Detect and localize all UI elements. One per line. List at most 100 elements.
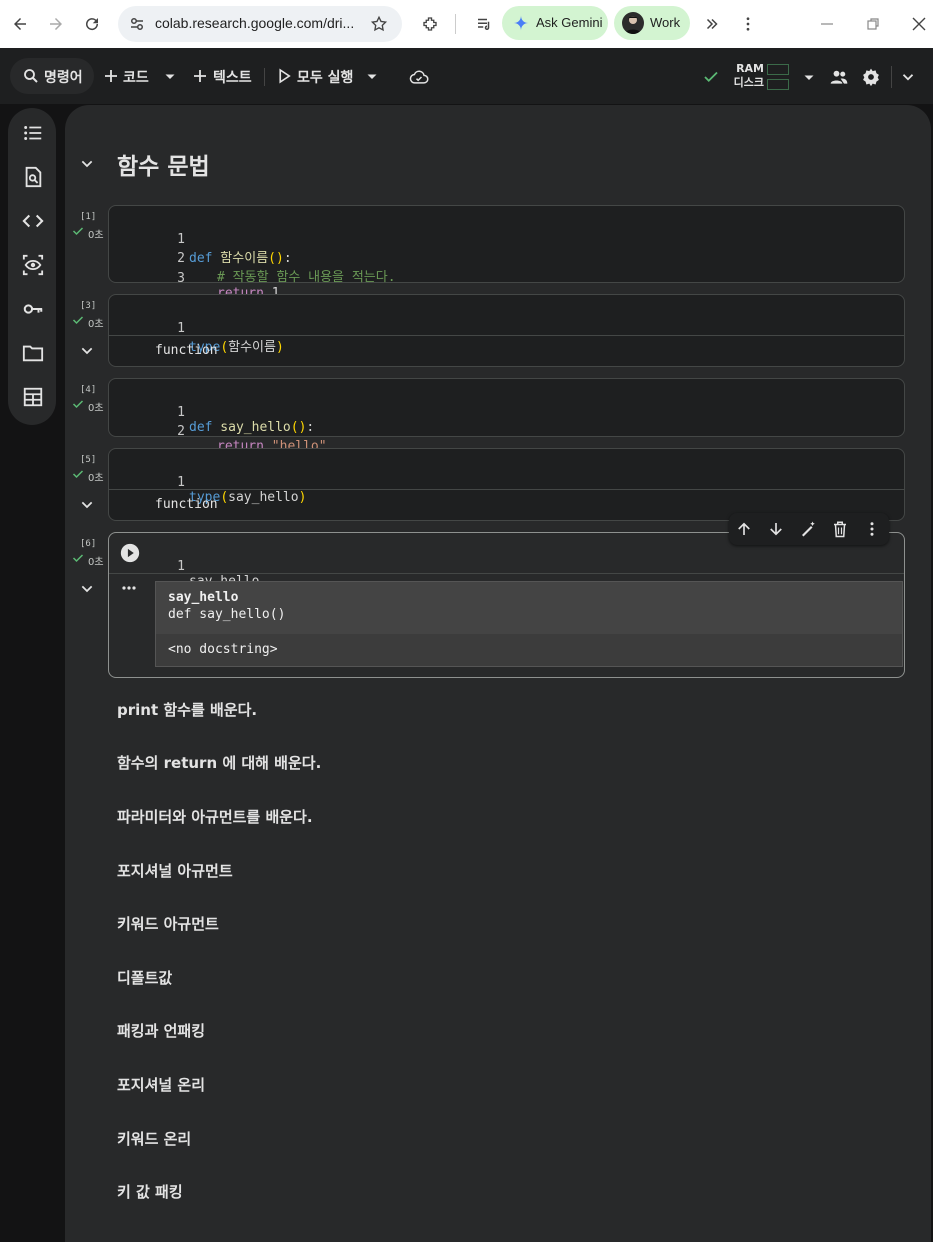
paren: ) [275, 340, 284, 355]
code-line[interactable]: 1 say_hello [109, 544, 259, 604]
output-actions-icon[interactable] [121, 583, 137, 593]
execution-count: [3] [80, 301, 97, 311]
execution-time: 0초 [88, 557, 104, 568]
address-bar[interactable]: colab.research.google.com/dri... [118, 6, 402, 42]
markdown-text: 함수의 return 에 대해 배운다. [117, 754, 322, 772]
divider [455, 14, 456, 34]
line-number: 1 [177, 559, 185, 574]
find-in-file-icon[interactable] [22, 166, 44, 188]
table-of-contents-icon[interactable] [22, 122, 44, 144]
argument: 함수이름 [228, 340, 276, 355]
move-down-icon[interactable] [767, 520, 785, 538]
output-collapse-chevron-icon[interactable] [79, 581, 95, 597]
markdown-text: 키워드 아규먼트 [117, 915, 219, 933]
code-snippets-icon[interactable] [22, 210, 44, 232]
close-icon[interactable] [909, 14, 929, 34]
extensions-icon[interactable] [418, 12, 442, 36]
cell-toolbar [729, 513, 889, 545]
argument: say_hello [228, 490, 299, 505]
doc-signature: def say_hello() [168, 607, 286, 622]
colon: : [283, 251, 292, 266]
reload-icon[interactable] [80, 12, 104, 36]
share-people-icon[interactable] [829, 67, 849, 87]
section-collapse-chevron-icon[interactable] [79, 156, 95, 172]
doc-name: say_hello [168, 590, 239, 605]
keyword: def [189, 420, 213, 435]
output-collapse-chevron-icon[interactable] [79, 343, 95, 359]
execution-count: [6] [80, 539, 97, 549]
browser-menu-icon[interactable] [736, 12, 760, 36]
gemini-icon [513, 15, 529, 31]
code-line[interactable]: 1 type(say_hello) [109, 460, 306, 520]
site-info-icon[interactable] [128, 15, 146, 33]
markdown-text: 키워드 온리 [117, 1130, 192, 1148]
folder-icon[interactable] [22, 342, 44, 364]
add-code-icon[interactable] [102, 67, 120, 85]
execution-time: 0초 [88, 473, 104, 484]
delete-trash-icon[interactable] [831, 520, 849, 538]
execution-count: [5] [80, 455, 97, 465]
execution-time: 0초 [88, 230, 104, 241]
chevron-down-icon[interactable] [800, 68, 818, 86]
profile-button[interactable]: Work [614, 6, 690, 40]
execution-count: [4] [80, 385, 97, 395]
add-text-button[interactable]: 텍스트 [213, 67, 252, 87]
add-code-button[interactable]: 코드 [123, 67, 149, 87]
function-name: 함수이름 [212, 251, 269, 266]
code-cell-3[interactable]: 1 def say_hello(): 2 return "hello" [108, 378, 905, 454]
move-up-icon[interactable] [735, 520, 753, 538]
line-number: 2 [177, 251, 185, 266]
keyword: def [189, 251, 213, 266]
toolbar-divider [264, 68, 265, 86]
line-number: 2 [177, 424, 185, 439]
cloud-save-icon[interactable] [408, 67, 430, 87]
paren: ) [298, 490, 307, 505]
gear-icon[interactable] [861, 67, 881, 87]
doc-body: <no docstring> [168, 642, 278, 657]
success-check-icon [72, 227, 84, 236]
restore-icon[interactable] [863, 14, 883, 34]
comment: # 작동할 함수 내용을 적는다. [217, 270, 396, 285]
code-line[interactable]: 1 type(함수이름) [109, 306, 284, 366]
secrets-key-icon[interactable] [22, 298, 44, 320]
add-text-icon[interactable] [191, 67, 209, 85]
code-cell-2[interactable]: 1 type(함수이름) function [108, 294, 905, 367]
execution-time: 0초 [88, 403, 104, 414]
bookmark-star-icon[interactable] [370, 15, 388, 33]
code-cell-1[interactable]: 1 def 함수이름(): 2 # 작동할 함수 내용을 적는다. 3 retu… [108, 205, 905, 301]
output-divider [109, 335, 904, 336]
data-table-icon[interactable] [22, 386, 44, 408]
toolbar-divider [891, 66, 892, 88]
success-check-icon [72, 316, 84, 325]
success-check-icon [72, 554, 84, 563]
back-icon[interactable] [8, 12, 32, 36]
connected-check-icon[interactable] [702, 68, 720, 86]
edit-magic-icon[interactable] [799, 520, 817, 538]
docstring-output: say_hello def say_hello() <no docstring> [155, 581, 903, 667]
line-number: 3 [177, 271, 185, 286]
resource-labels[interactable]: RAM 디스크 [730, 62, 764, 90]
more-tabs-icon[interactable] [700, 12, 724, 36]
section-title: 함수 문법 [117, 154, 210, 180]
disk-label: 디스크 [733, 76, 764, 89]
collapse-header-icon[interactable] [899, 68, 917, 86]
variables-inspector-icon[interactable] [22, 254, 44, 276]
output-collapse-chevron-icon[interactable] [79, 497, 95, 513]
run-all-button[interactable]: 모두 실행 [297, 67, 353, 87]
ask-gemini-button[interactable]: Ask Gemini [502, 6, 608, 40]
url-text: colab.research.google.com/dri... [155, 15, 355, 31]
paren: ( [220, 340, 229, 355]
chevron-down-icon[interactable] [161, 67, 179, 85]
markdown-text: 디폴트값 [117, 969, 173, 987]
reading-list-icon[interactable] [472, 12, 496, 36]
markdown-text: print 함수를 배운다. [117, 701, 258, 719]
command-label[interactable]: 명령어 [44, 67, 83, 87]
code-cell-4[interactable]: 1 type(say_hello) function [108, 448, 905, 521]
minimize-icon[interactable] [817, 14, 837, 34]
colon: : [306, 420, 315, 435]
forward-icon[interactable] [44, 12, 68, 36]
run-all-icon[interactable] [275, 67, 293, 85]
more-options-icon[interactable] [863, 520, 881, 538]
chevron-down-icon[interactable] [363, 67, 381, 85]
ram-label: RAM [736, 62, 764, 75]
